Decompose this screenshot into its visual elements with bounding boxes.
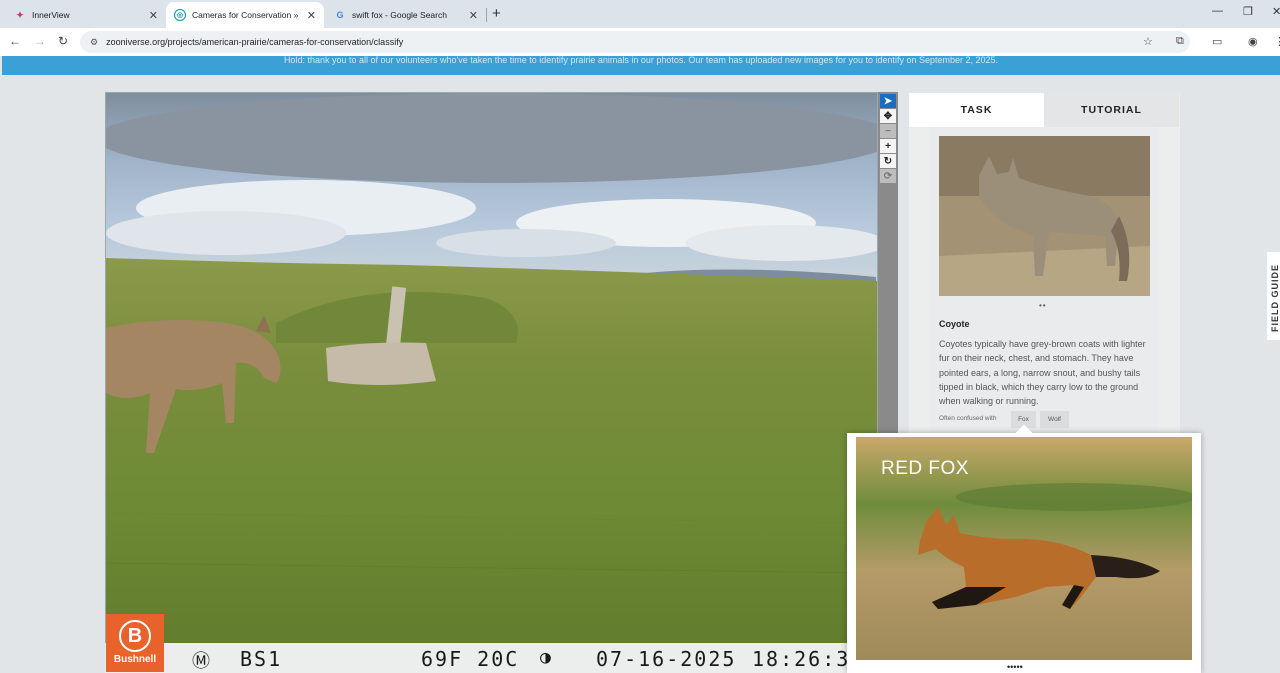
back-icon[interactable]: ← — [9, 34, 21, 48]
minimize-icon[interactable]: — — [1212, 5, 1223, 17]
url-text: zooniverse.org/projects/american-prairie… — [106, 37, 404, 47]
camera-id: BS1 — [240, 647, 283, 671]
close-window-icon[interactable]: ✕ — [1272, 5, 1280, 18]
tab-title: swift fox - Google Search — [352, 10, 447, 20]
coyote-photo — [939, 136, 1150, 296]
tab-search-icon[interactable]: ▭ — [1212, 35, 1222, 48]
tab-cameras-for-conservation[interactable]: ◎ Cameras for Conservation » Cla ✕ — [166, 2, 324, 28]
close-icon[interactable]: ✕ — [149, 9, 158, 22]
rotate-icon[interactable]: ↻ — [880, 154, 896, 168]
image-toolbar: ➤ ✥ − + ↻ ⟳ — [878, 92, 898, 433]
close-icon[interactable]: ✕ — [469, 9, 478, 22]
bushnell-logo-letter: B — [119, 620, 151, 652]
site-settings-icon[interactable]: ⚙ — [90, 37, 98, 48]
menu-icon[interactable]: ⋮ — [1274, 35, 1280, 48]
restore-icon[interactable]: ❐ — [1243, 5, 1253, 18]
reload-icon[interactable]: ↻ — [58, 34, 68, 48]
bookmark-star-icon[interactable]: ☆ — [1143, 35, 1153, 48]
google-icon: G — [336, 10, 344, 20]
close-icon[interactable]: ✕ — [307, 9, 316, 22]
bushnell-logo: B Bushnell — [106, 614, 164, 672]
tab-title: InnerView — [32, 10, 70, 20]
carousel-dots[interactable]: •• — [1039, 301, 1047, 310]
zoom-out-icon[interactable]: − — [880, 124, 896, 138]
confused-with-label: Often confused with — [939, 415, 997, 422]
tab-separator — [486, 8, 487, 22]
reset-icon[interactable]: ⟳ — [880, 169, 896, 183]
species-photo — [939, 136, 1150, 296]
camera-mode-icon: Ⓜ — [192, 651, 212, 672]
move-tool-icon[interactable]: ✥ — [880, 109, 896, 123]
camera-trap-photo — [106, 93, 877, 672]
address-bar-row: ← → ↻ ⚙ zooniverse.org/projects/american… — [0, 28, 1280, 56]
zoom-in-icon[interactable]: + — [880, 139, 896, 153]
extensions-icon[interactable]: ⧉ — [1176, 35, 1184, 48]
confused-with-wolf-button[interactable]: Wolf — [1040, 411, 1069, 428]
innerview-icon: ✦ — [16, 9, 24, 20]
species-name: Coyote — [939, 319, 970, 329]
zooniverse-icon: ◎ — [174, 9, 186, 21]
tab-tutorial[interactable]: TUTORIAL — [1044, 93, 1179, 127]
popup-carousel-dots[interactable]: ••••• — [1007, 662, 1023, 672]
url-field[interactable]: ⚙ zooniverse.org/projects/american-prair… — [80, 31, 1190, 53]
bushnell-logo-text: Bushnell — [113, 654, 157, 665]
tab-task[interactable]: TASK — [909, 93, 1044, 127]
announcement-banner: Hold: thank you to all of our volunteers… — [2, 56, 1280, 75]
capture-date: 07-16-2025 — [596, 647, 737, 671]
tab-google-search[interactable]: G swift fox - Google Search ✕ — [326, 2, 486, 28]
temperature: 69F 20C — [421, 647, 520, 671]
pointer-tool-icon[interactable]: ➤ — [880, 94, 896, 108]
popup-species-label: RED FOX — [881, 458, 969, 479]
tab-innerview[interactable]: ✦ InnerView ✕ — [6, 2, 166, 28]
species-description: Coyotes typically have grey-brown coats … — [939, 339, 1146, 407]
tab-title: Cameras for Conservation » Cla — [192, 10, 301, 20]
moon-phase-icon: ◑ — [540, 647, 553, 668]
browser-tab-bar: ✦ InnerView ✕ ◎ Cameras for Conservation… — [0, 0, 1280, 28]
banner-text: Hold: thank you to all of our volunteers… — [283, 56, 999, 65]
profile-icon[interactable]: ◉ — [1248, 35, 1258, 48]
forward-icon[interactable]: → — [34, 34, 46, 48]
new-tab-button[interactable]: + — [492, 5, 501, 22]
field-guide-tab[interactable]: FIELD GUIDE — [1267, 252, 1280, 340]
subject-image[interactable] — [105, 92, 878, 673]
field-guide-label: FIELD GUIDE — [1270, 263, 1280, 332]
